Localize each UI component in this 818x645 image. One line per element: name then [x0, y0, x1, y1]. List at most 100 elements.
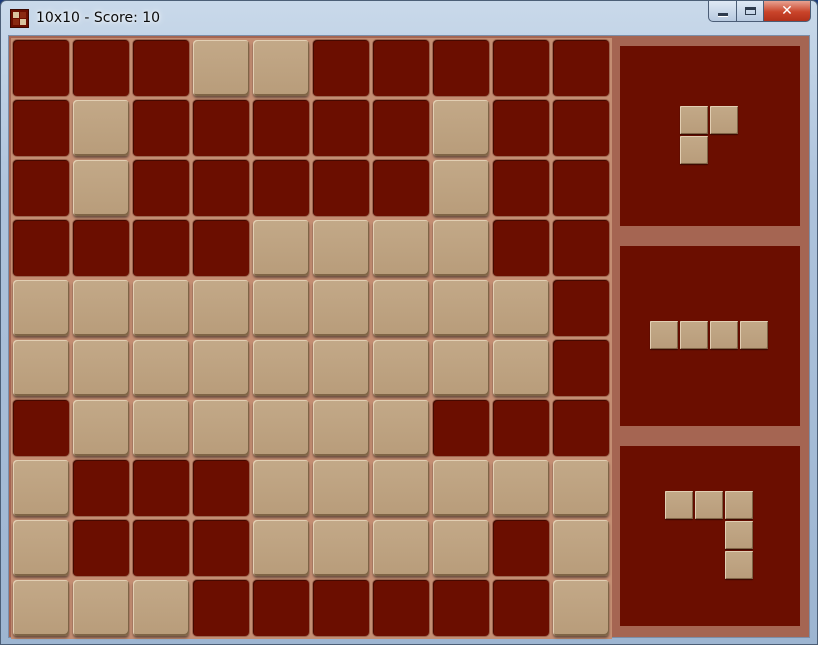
board-cell-empty[interactable] — [433, 580, 489, 636]
board-cell-empty[interactable] — [13, 400, 69, 456]
board-cell-empty[interactable] — [313, 40, 369, 96]
board-cell-empty[interactable] — [373, 40, 429, 96]
board-cell-empty[interactable] — [13, 160, 69, 216]
board-cell-filled[interactable] — [313, 400, 369, 456]
board-cell-filled[interactable] — [73, 160, 129, 216]
board-cell-filled[interactable] — [433, 220, 489, 276]
board-cell-filled[interactable] — [13, 280, 69, 336]
board-cell-empty[interactable] — [313, 580, 369, 636]
board-cell-empty[interactable] — [133, 520, 189, 576]
board-cell-empty[interactable] — [253, 580, 309, 636]
board-cell-filled[interactable] — [133, 580, 189, 636]
board-cell-empty[interactable] — [193, 520, 249, 576]
close-button[interactable]: ✕ — [764, 1, 811, 22]
board-cell-empty[interactable] — [253, 100, 309, 156]
puzzle-icon[interactable] — [10, 9, 29, 28]
board-cell-filled[interactable] — [373, 220, 429, 276]
board-cell-empty[interactable] — [193, 100, 249, 156]
board-cell-filled[interactable] — [13, 460, 69, 516]
board-cell-empty[interactable] — [133, 220, 189, 276]
board-cell-empty[interactable] — [373, 160, 429, 216]
board-cell-empty[interactable] — [133, 40, 189, 96]
piece-slot-3[interactable] — [620, 446, 800, 626]
board-cell-empty[interactable] — [553, 340, 609, 396]
board-cell-filled[interactable] — [493, 460, 549, 516]
board-cell-filled[interactable] — [553, 520, 609, 576]
board-cell-empty[interactable] — [493, 160, 549, 216]
board-cell-filled[interactable] — [433, 100, 489, 156]
board-cell-filled[interactable] — [373, 400, 429, 456]
board-cell-empty[interactable] — [553, 100, 609, 156]
board-cell-empty[interactable] — [133, 160, 189, 216]
board-cell-filled[interactable] — [193, 40, 249, 96]
board-cell-filled[interactable] — [433, 340, 489, 396]
maximize-button[interactable] — [737, 1, 764, 22]
board-cell-empty[interactable] — [553, 220, 609, 276]
board-cell-filled[interactable] — [313, 280, 369, 336]
board-cell-filled[interactable] — [253, 40, 309, 96]
board-cell-filled[interactable] — [553, 460, 609, 516]
board-cell-empty[interactable] — [193, 160, 249, 216]
board-cell-filled[interactable] — [373, 520, 429, 576]
board-cell-empty[interactable] — [13, 100, 69, 156]
board-cell-filled[interactable] — [313, 520, 369, 576]
board-cell-empty[interactable] — [553, 40, 609, 96]
board-cell-filled[interactable] — [493, 340, 549, 396]
board-cell-filled[interactable] — [253, 340, 309, 396]
board-cell-empty[interactable] — [193, 580, 249, 636]
board-cell-filled[interactable] — [253, 280, 309, 336]
title-bar[interactable]: 10x10 - Score: 10 ✕ — [1, 1, 817, 36]
board-cell-empty[interactable] — [553, 280, 609, 336]
board-cell-filled[interactable] — [433, 160, 489, 216]
board-cell-filled[interactable] — [73, 100, 129, 156]
board-cell-empty[interactable] — [493, 220, 549, 276]
board-cell-empty[interactable] — [493, 580, 549, 636]
board-cell-filled[interactable] — [133, 340, 189, 396]
board-cell-filled[interactable] — [73, 580, 129, 636]
board-cell-empty[interactable] — [73, 220, 129, 276]
board-cell-empty[interactable] — [73, 460, 129, 516]
board-cell-filled[interactable] — [193, 280, 249, 336]
piece-slot-1[interactable] — [620, 46, 800, 226]
board-cell-empty[interactable] — [553, 160, 609, 216]
minimize-button[interactable] — [708, 1, 737, 22]
board-cell-filled[interactable] — [313, 340, 369, 396]
board-cell-filled[interactable] — [73, 340, 129, 396]
board-cell-filled[interactable] — [253, 400, 309, 456]
board-cell-filled[interactable] — [433, 460, 489, 516]
board-cell-filled[interactable] — [253, 520, 309, 576]
board-cell-empty[interactable] — [313, 160, 369, 216]
board-cell-filled[interactable] — [253, 220, 309, 276]
board-cell-empty[interactable] — [133, 460, 189, 516]
board-cell-empty[interactable] — [193, 220, 249, 276]
board-cell-empty[interactable] — [253, 160, 309, 216]
board-cell-empty[interactable] — [133, 100, 189, 156]
board-cell-filled[interactable] — [553, 580, 609, 636]
board-cell-filled[interactable] — [433, 280, 489, 336]
board-cell-filled[interactable] — [13, 520, 69, 576]
board-cell-empty[interactable] — [553, 400, 609, 456]
board-cell-empty[interactable] — [493, 40, 549, 96]
board-cell-filled[interactable] — [373, 280, 429, 336]
board-cell-filled[interactable] — [193, 340, 249, 396]
board-cell-filled[interactable] — [373, 340, 429, 396]
board-cell-empty[interactable] — [433, 40, 489, 96]
board-cell-empty[interactable] — [13, 40, 69, 96]
board-cell-filled[interactable] — [253, 460, 309, 516]
board-cell-filled[interactable] — [73, 400, 129, 456]
board-cell-filled[interactable] — [313, 460, 369, 516]
board-cell-empty[interactable] — [73, 520, 129, 576]
board-cell-filled[interactable] — [313, 220, 369, 276]
board-cell-filled[interactable] — [13, 580, 69, 636]
board-cell-filled[interactable] — [193, 400, 249, 456]
board-cell-empty[interactable] — [493, 400, 549, 456]
board-cell-empty[interactable] — [373, 580, 429, 636]
board-cell-empty[interactable] — [433, 400, 489, 456]
board-cell-empty[interactable] — [493, 520, 549, 576]
board-cell-empty[interactable] — [493, 100, 549, 156]
board-cell-filled[interactable] — [73, 280, 129, 336]
board-cell-filled[interactable] — [133, 400, 189, 456]
board-cell-empty[interactable] — [373, 100, 429, 156]
board-cell-filled[interactable] — [493, 280, 549, 336]
board-cell-empty[interactable] — [13, 220, 69, 276]
